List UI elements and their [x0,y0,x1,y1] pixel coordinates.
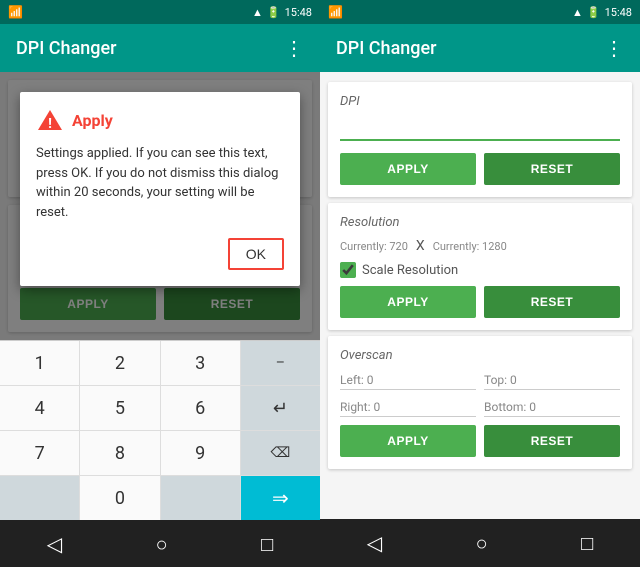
scale-row-right: Scale Resolution [340,262,620,278]
overscan-row-2: Right: 0 Bottom: 0 [340,398,620,417]
apply-btn-overscan[interactable]: APPLY [340,425,476,457]
reset-btn-dpi-right[interactable]: RESET [484,153,620,185]
resolution-720-right: Currently: 720 [340,240,408,253]
keyboard-row-2: 4 5 6 ↵ [0,386,320,431]
res-btn-row-right: APPLY RESET [340,286,620,318]
keyboard-row-4: 0 ⇒ [0,476,320,520]
status-bar-right: 📶 ▲ 🔋 15:48 [320,0,640,24]
wifi-icon: ▲ [252,6,263,19]
keyboard-row-3: 7 8 9 ⌫ [0,431,320,476]
resolution-x-right: X [416,238,425,254]
back-button-right[interactable]: ◁ [367,531,382,555]
wifi-icon-right: ▲ [572,6,583,19]
dialog-actions: OK [36,238,284,270]
apply-btn-res-right[interactable]: APPLY [340,286,476,318]
time-left: 15:48 [285,6,312,19]
dialog-ok-button[interactable]: OK [228,238,284,270]
key-0[interactable]: 0 [80,476,160,520]
app-title-right: DPI Changer [336,38,437,59]
recents-button-right[interactable]: □ [581,531,593,556]
dialog-title-row: ! Apply [36,108,284,132]
left-field: Left: 0 [340,371,476,390]
key-7[interactable]: 7 [0,431,80,475]
key-8[interactable]: 8 [80,431,160,475]
svg-text:!: ! [48,116,52,132]
time-right: 15:48 [605,6,632,19]
right-content: DPI APPLY RESET Resolution Currently: 72… [320,72,640,519]
overscan-row-1: Left: 0 Top: 0 [340,371,620,390]
scale-label-right: Scale Resolution [362,263,458,278]
app-title-left: DPI Changer [16,38,117,59]
key-go[interactable]: ⇒ [241,476,320,520]
status-icons-right-left: 📶 [328,5,343,19]
key-6[interactable]: 6 [161,386,241,430]
key-1[interactable]: 1 [0,341,80,385]
overflow-menu-left[interactable]: ⋮ [284,36,304,60]
signal-icon-right: 📶 [328,5,343,19]
apply-btn-dpi-right[interactable]: APPLY [340,153,476,185]
key-minus[interactable]: – [241,341,320,385]
dpi-section-right: DPI APPLY RESET [328,82,632,197]
right-field: Right: 0 [340,398,476,417]
app-bar-left: DPI Changer ⋮ [0,24,320,72]
status-bar-left: 📶 ▲ 🔋 15:48 [0,0,320,24]
nav-bar-left: ◁ ○ □ [0,520,320,567]
keyboard-row-1: 1 2 3 – [0,341,320,386]
app-bar-right: DPI Changer ⋮ [320,24,640,72]
dialog-overlay: ! Apply Settings applied. If you can see… [0,72,320,340]
resolution-inputs-right: Currently: 720 X Currently: 1280 [340,238,620,254]
recents-button-left[interactable]: □ [261,532,273,557]
signal-icon: 📶 [8,5,23,19]
warning-icon: ! [36,108,64,132]
overflow-menu-right[interactable]: ⋮ [604,36,624,60]
left-panel: 📶 ▲ 🔋 15:48 DPI Changer ⋮ DPI APPLY RESE… [0,0,320,567]
reset-btn-res-right[interactable]: RESET [484,286,620,318]
key-empty-left [0,476,80,520]
left-content: DPI APPLY RESET Resolution Currently 720… [0,72,320,340]
resolution-section-right: Resolution Currently: 720 X Currently: 1… [328,203,632,330]
key-3[interactable]: 3 [161,341,241,385]
status-icons-right: ▲ 🔋 15:48 [252,6,312,19]
key-backspace[interactable]: ⌫ [241,431,320,475]
dialog-message: Settings applied. If you can see this te… [36,144,284,222]
keyboard: 1 2 3 – 4 5 6 ↵ 7 8 9 ⌫ 0 ⇒ [0,340,320,520]
dialog-title-text: Apply [72,111,113,130]
overscan-section: Overscan Left: 0 Top: 0 Right: 0 Bottom:… [328,336,632,469]
key-5[interactable]: 5 [80,386,160,430]
key-9[interactable]: 9 [161,431,241,475]
nav-bar-right: ◁ ○ □ [320,519,640,567]
overscan-label: Overscan [340,348,620,363]
overscan-btn-row: APPLY RESET [340,425,620,457]
reset-btn-overscan[interactable]: RESET [484,425,620,457]
top-field: Top: 0 [484,371,620,390]
home-button-left[interactable]: ○ [156,532,168,557]
back-button-left[interactable]: ◁ [47,532,62,556]
dpi-label-right: DPI [340,94,620,109]
right-panel: 📶 ▲ 🔋 15:48 DPI Changer ⋮ DPI APPLY RESE… [320,0,640,567]
dpi-input-right[interactable] [340,117,620,141]
key-4[interactable]: 4 [0,386,80,430]
resolution-1280-right: Currently: 1280 [433,240,507,253]
home-button-right[interactable]: ○ [476,531,488,556]
resolution-label-right: Resolution [340,215,620,230]
status-icons-right-right: ▲ 🔋 15:48 [572,6,632,19]
scale-checkbox-right[interactable] [340,262,356,278]
battery-icon-right: 🔋 [587,6,601,19]
key-enter[interactable]: ↵ [241,386,320,430]
dpi-btn-row-right: APPLY RESET [340,153,620,185]
battery-icon: 🔋 [267,6,281,19]
status-icons-left: 📶 [8,5,23,19]
bottom-field: Bottom: 0 [484,398,620,417]
key-empty-right [161,476,241,520]
apply-dialog: ! Apply Settings applied. If you can see… [20,92,300,286]
key-2[interactable]: 2 [80,341,160,385]
